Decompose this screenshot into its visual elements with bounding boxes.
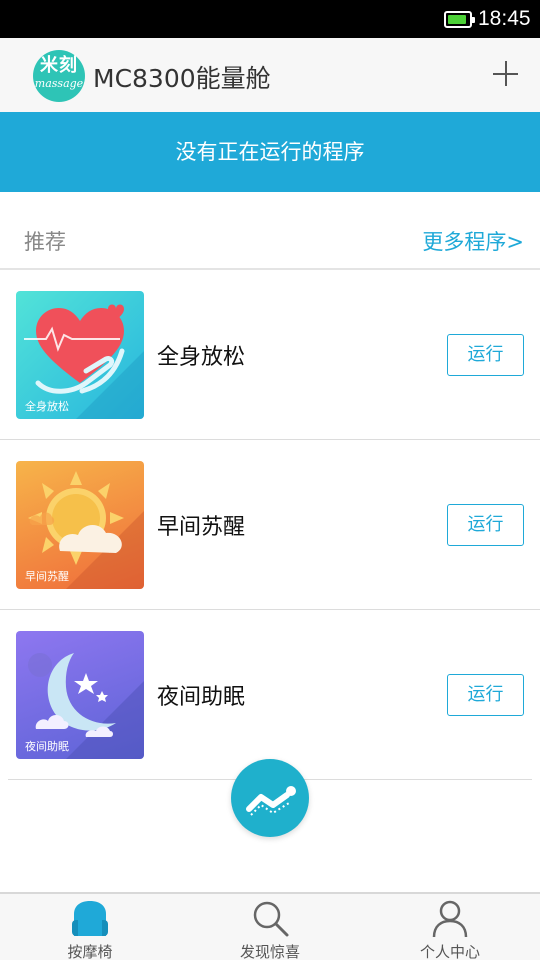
program-thumbnail[interactable]: 早间苏醒 bbox=[16, 461, 144, 589]
tab-profile[interactable]: 个人中心 bbox=[360, 894, 540, 960]
run-button[interactable]: 运行 bbox=[447, 334, 524, 376]
banner-text: 没有正在运行的程序 bbox=[175, 140, 365, 164]
plus-icon[interactable] bbox=[488, 56, 524, 92]
bottom-tab-bar: 按摩椅 发现惊喜 个人中心 bbox=[0, 892, 540, 960]
massage-chair-fab[interactable] bbox=[231, 759, 309, 837]
device-title: MC8300能量舱 bbox=[93, 64, 271, 93]
massage-chair-icon bbox=[246, 786, 296, 816]
run-button[interactable]: 运行 bbox=[447, 504, 524, 546]
tab-label: 个人中心 bbox=[419, 943, 480, 960]
logo-text: 米刻 bbox=[40, 55, 78, 76]
program-name: 夜间助眠 bbox=[157, 685, 246, 710]
chair-icon bbox=[72, 901, 108, 936]
person-icon bbox=[432, 900, 468, 938]
brand-logo: 米刻 massage bbox=[33, 50, 85, 102]
more-programs-link[interactable]: 更多程序> bbox=[422, 226, 524, 256]
app-header: 米刻 massage MC8300能量舱 bbox=[0, 38, 540, 112]
search-icon bbox=[253, 901, 289, 937]
tab-label: 按摩椅 bbox=[67, 943, 113, 960]
program-item-morning-wake[interactable]: 早间苏醒 早间苏醒 运行 bbox=[0, 440, 540, 610]
run-button[interactable]: 运行 bbox=[447, 674, 524, 716]
tab-discover[interactable]: 发现惊喜 bbox=[180, 894, 360, 960]
thumbnail-label: 全身放松 bbox=[25, 400, 69, 413]
program-name: 早间苏醒 bbox=[157, 515, 246, 540]
logo-subtext: massage bbox=[34, 77, 84, 90]
recommend-header: 推荐 更多程序> bbox=[0, 192, 540, 270]
thumbnail-label: 早间苏醒 bbox=[25, 570, 69, 583]
recommend-title: 推荐 bbox=[24, 230, 66, 254]
program-name: 全身放松 bbox=[157, 345, 246, 370]
thumbnail-label: 夜间助眠 bbox=[25, 740, 69, 753]
battery-icon bbox=[444, 11, 475, 28]
tab-massage-chair[interactable]: 按摩椅 bbox=[0, 894, 180, 960]
program-thumbnail[interactable]: 全身放松 bbox=[16, 291, 144, 419]
running-status-banner: 没有正在运行的程序 bbox=[0, 112, 540, 192]
tab-label: 发现惊喜 bbox=[239, 943, 300, 960]
program-item-night-sleep[interactable]: 夜间助眠 夜间助眠 运行 bbox=[8, 610, 532, 780]
status-bar: 18:45 bbox=[0, 0, 540, 38]
program-item-full-body-relax[interactable]: 全身放松 全身放松 运行 bbox=[0, 270, 540, 440]
battery-level bbox=[448, 15, 466, 24]
status-time: 18:45 bbox=[478, 7, 531, 30]
program-thumbnail[interactable]: 夜间助眠 bbox=[16, 631, 144, 759]
